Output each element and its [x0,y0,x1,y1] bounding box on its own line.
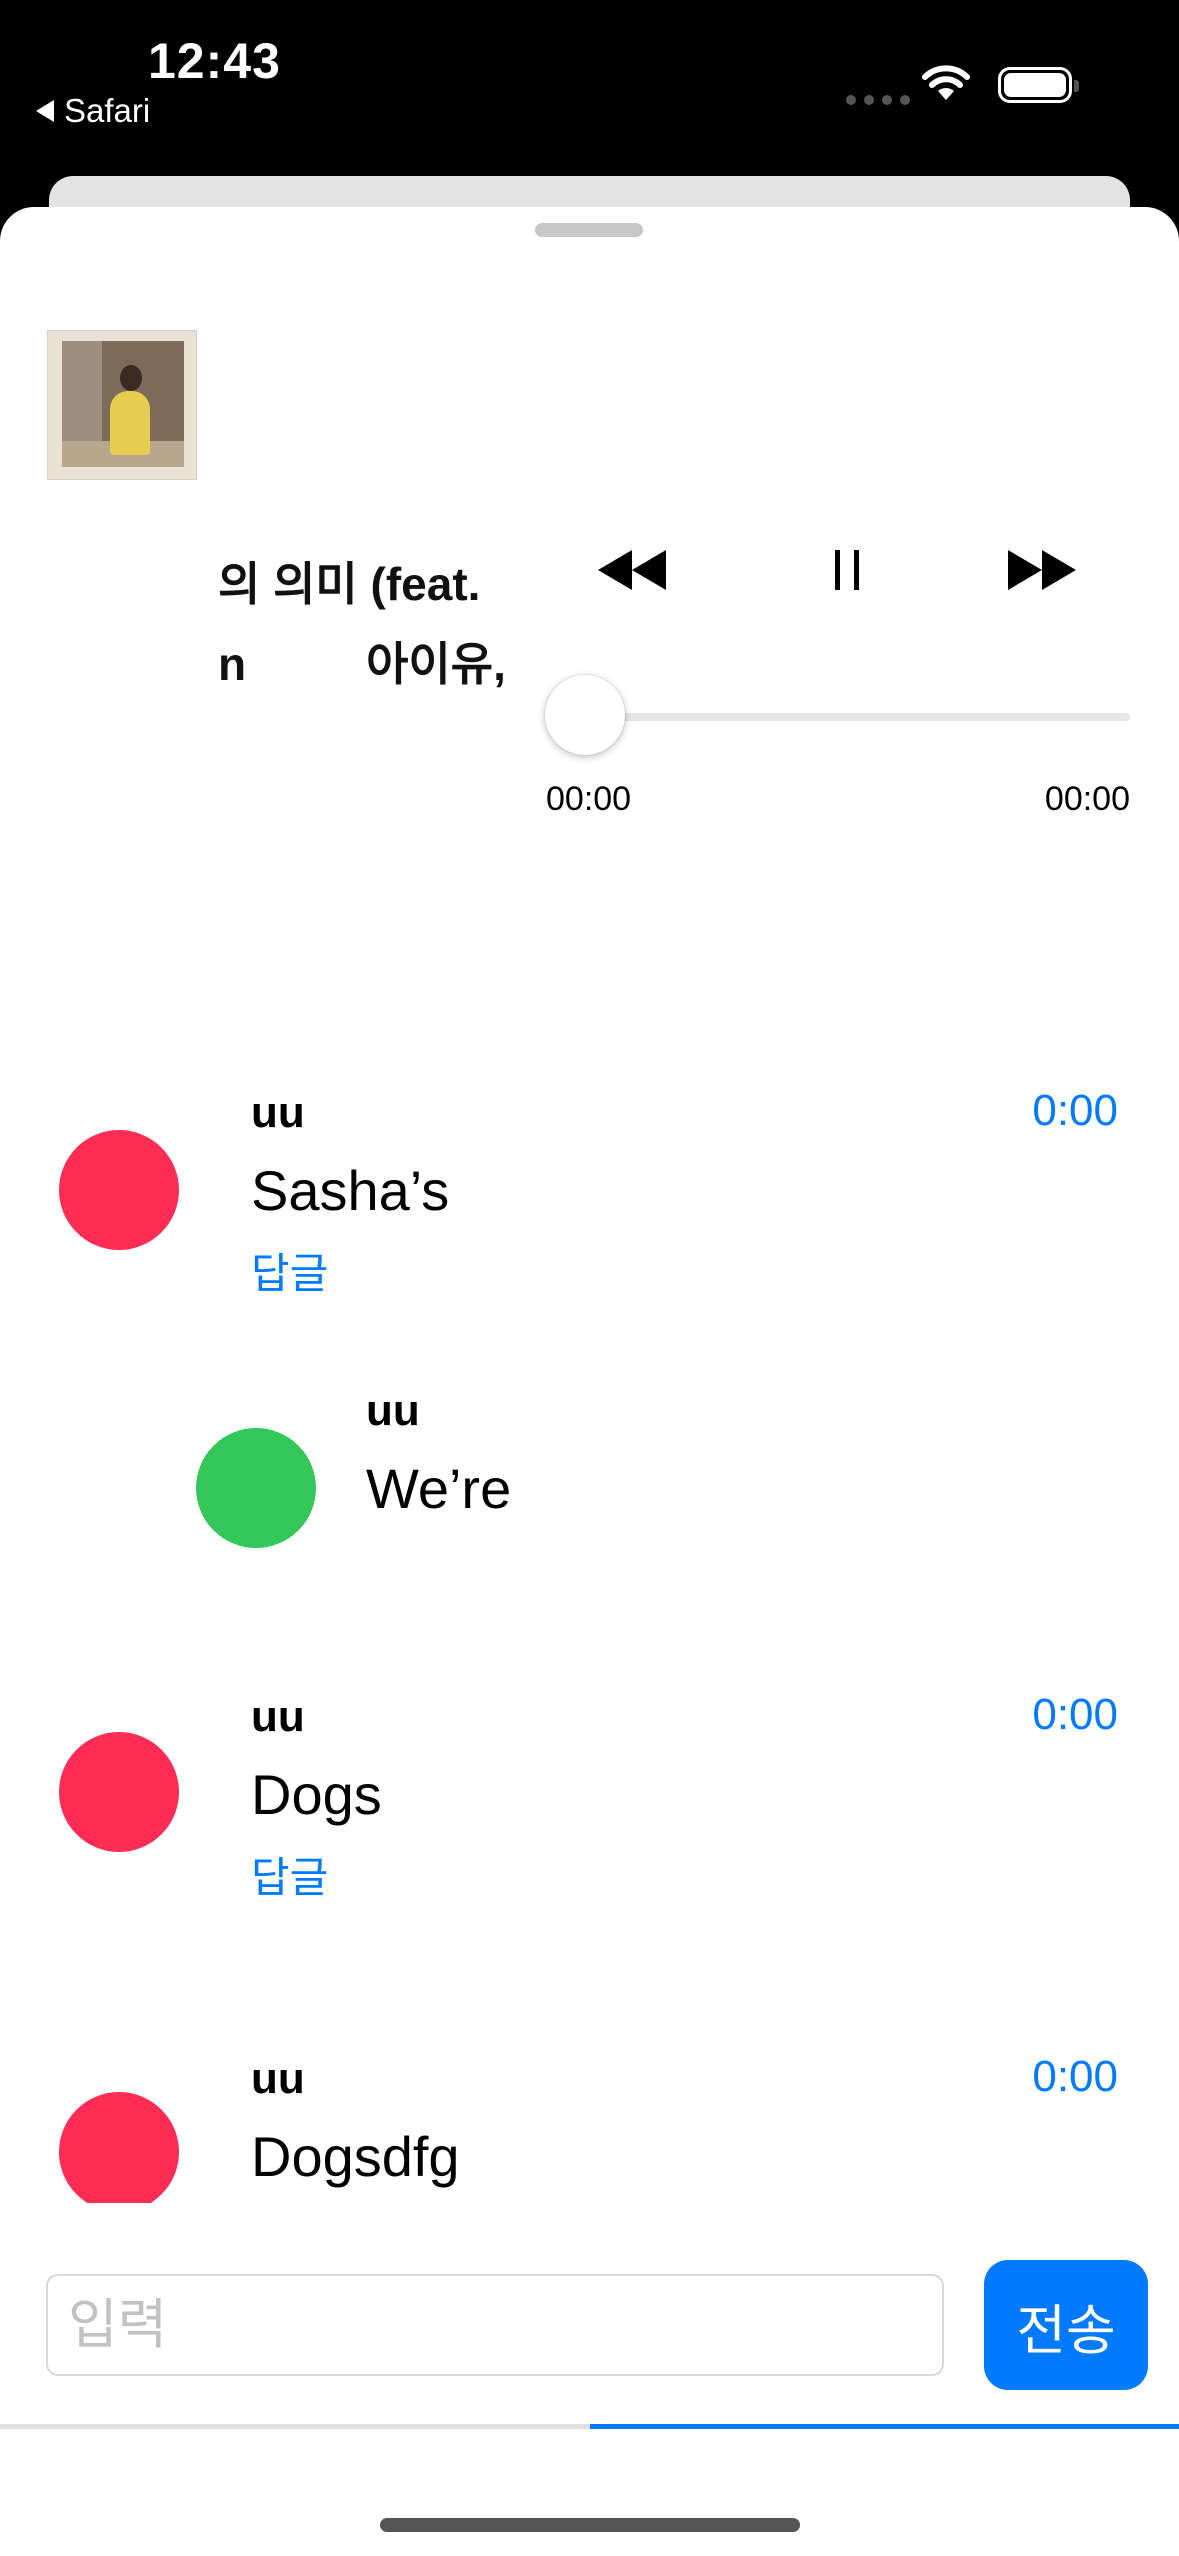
comment-input[interactable] [46,2274,944,2376]
comment-user: uu [366,1386,420,1435]
avatar [59,1130,179,1250]
comment-user: uu [251,1088,305,1137]
time-total: 00:00 [1044,780,1130,818]
avatar [196,1428,316,1548]
song-artist-part2: 아이유, [366,638,506,690]
song-title: 의 의미 (feat. [218,558,481,610]
song-artist: n 아이유, [218,628,506,690]
time-current: 00:00 [546,780,632,818]
rewind-icon [598,550,632,590]
back-to-safari[interactable]: Safari [36,92,150,130]
reply-button[interactable]: 답글 [251,1844,328,1905]
status-time: 12:43 [148,33,281,89]
back-app-label: Safari [64,92,151,129]
song-artist-part1: n [218,638,247,690]
back-arrow-icon [36,100,54,122]
progress-thumb[interactable] [545,675,625,755]
comment-text: Dogsdfg [251,2125,460,2188]
battery-icon [998,67,1079,103]
comment-user: uu [251,2054,305,2103]
fast-forward-icon [1008,550,1042,590]
sheet-grabber[interactable] [535,223,643,237]
comment-text: We’re [366,1457,512,1520]
comment-list[interactable]: uu Sasha’s 답글 0:00 uu We’re uu Dogs 답글 0… [0,990,1179,2203]
wifi-icon [922,65,970,100]
comment-timestamp[interactable]: 0:00 [1032,2052,1118,2102]
avatar [59,1732,179,1852]
cellular-signal-icon [846,95,910,105]
reply-button[interactable]: 답글 [251,1240,328,1301]
album-art [47,330,197,480]
progress-slider[interactable] [584,713,1130,721]
fast-forward-button[interactable] [1008,545,1076,595]
avatar [59,2092,179,2203]
comment-user: uu [251,1692,305,1741]
pause-icon [828,550,866,590]
home-indicator[interactable] [380,2518,800,2532]
song-marquee: 의 의미 (feat. n 아이유, [218,530,516,690]
comment-timestamp[interactable]: 0:00 [1032,1086,1118,1136]
comment-text: Sasha’s [251,1159,450,1222]
send-button[interactable]: 전송 [984,2260,1148,2390]
pause-button[interactable] [828,545,866,595]
comment-timestamp[interactable]: 0:00 [1032,1690,1118,1740]
comment-text: Dogs [251,1763,382,1826]
tab-underline-active [590,2424,1179,2429]
rewind-button[interactable] [598,545,666,595]
